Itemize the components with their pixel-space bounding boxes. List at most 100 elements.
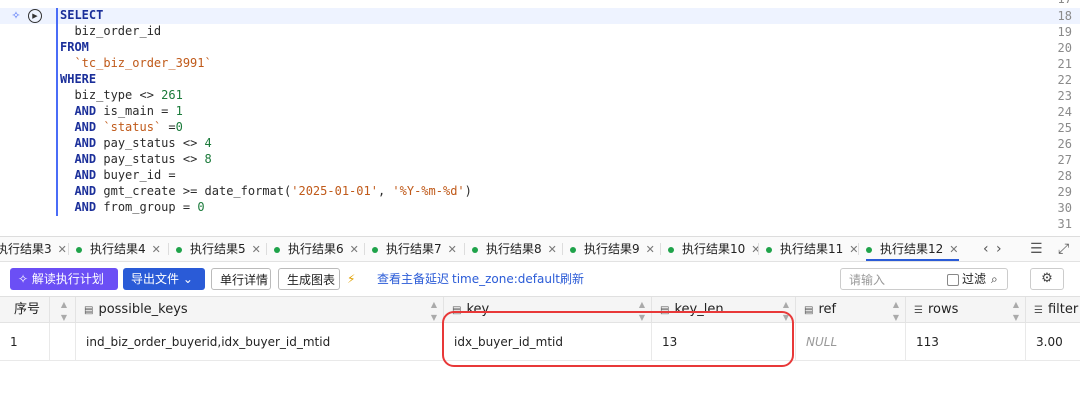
sort-icon[interactable]: ▲ ▼ — [783, 297, 789, 322]
search-icon[interactable]: ⌕ — [991, 269, 998, 289]
current-line-highlight — [0, 8, 1080, 24]
column-header-序号[interactable]: 序号 — [0, 297, 50, 323]
column-header-ref[interactable]: ▤ ref ▲ ▼ — [796, 297, 906, 323]
code-line: biz_type <> 261 — [74, 88, 183, 102]
tab-result-12[interactable]: 执行结果12 ✕ — [866, 237, 959, 261]
tab-result-3[interactable]: 执行结果3 ✕ — [0, 237, 67, 261]
code-line: AND buyer_id = — [74, 168, 176, 182]
field-type-icon: ☰ — [914, 305, 923, 316]
close-icon[interactable]: ✕ — [350, 238, 359, 262]
tab-result-5[interactable]: 执行结果5 ✕ — [176, 237, 261, 261]
result-tabs: 执行结果3 ✕ 执行结果4 ✕ 执行结果5 ✕ 执行结果6 ✕ 执行结果7 ✕ 执行结果8 ✕ 执行结果… — [0, 236, 1080, 262]
sparkle-icon[interactable]: ✧ — [10, 10, 22, 22]
tab-result-4[interactable]: 执行结果4 ✕ — [76, 237, 161, 261]
column-label: rows — [927, 302, 959, 317]
column-label: key_len — [674, 302, 724, 317]
export-file-button[interactable]: 导出文件 ⌄ — [123, 268, 205, 290]
close-icon[interactable]: ✕ — [152, 238, 161, 262]
explain-plan-button[interactable]: ✧ 解读执行计划 — [10, 268, 118, 290]
line-number: 24 — [1057, 105, 1072, 119]
close-icon[interactable]: ✕ — [751, 238, 760, 262]
tab-separator — [68, 243, 69, 255]
tab-separator — [562, 243, 563, 255]
gutter-actions: ✧ ▶ — [10, 8, 42, 24]
tab-separator — [464, 243, 465, 255]
tab-label: 执行结果11 — [780, 242, 844, 256]
sort-icon[interactable]: ▲ ▼ — [61, 297, 67, 322]
search-input[interactable] — [847, 270, 947, 290]
close-icon[interactable]: ✕ — [58, 238, 67, 262]
tab-result-6[interactable]: 执行结果6 ✕ — [274, 237, 359, 261]
tab-result-8[interactable]: 执行结果8 ✕ — [472, 237, 557, 261]
tab-separator — [660, 243, 661, 255]
sparkle-icon: ✧ — [18, 272, 32, 286]
code-line: FROM — [60, 40, 89, 54]
close-icon[interactable]: ✕ — [252, 238, 261, 262]
tab-result-9[interactable]: 执行结果9 ✕ — [570, 237, 655, 261]
close-icon[interactable]: ✕ — [949, 238, 958, 262]
line-number: 25 — [1057, 121, 1072, 135]
table-cell[interactable]: 3.00 — [1026, 323, 1080, 361]
close-icon[interactable]: ✕ — [646, 238, 655, 262]
tab-next-button[interactable]: › — [996, 237, 1002, 261]
sort-icon[interactable]: ▲ ▼ — [431, 297, 437, 322]
close-icon[interactable]: ✕ — [448, 238, 457, 262]
column-label: filter — [1047, 302, 1079, 317]
timezone-link[interactable]: time_zone:default — [452, 268, 560, 290]
tab-label: 执行结果3 — [0, 242, 52, 256]
sort-icon[interactable]: ▲ ▼ — [1013, 297, 1019, 322]
tab-label: 执行结果5 — [190, 242, 246, 256]
field-type-icon: ▤ — [660, 305, 670, 316]
line-number: 28 — [1057, 169, 1072, 183]
line-number: 31 — [1057, 217, 1072, 231]
filter-label: 过滤 — [962, 272, 987, 286]
field-type-icon: ▤ — [804, 305, 814, 316]
table-cell[interactable]: 113 — [906, 323, 1026, 361]
tab-prev-button[interactable]: ‹ — [983, 237, 989, 261]
replica-delay-link[interactable]: 查看主备延迟 — [377, 268, 449, 290]
code-line: AND is_main = 1 — [74, 104, 183, 118]
run-icon[interactable]: ▶ — [28, 9, 42, 23]
code-line: WHERE — [60, 72, 97, 86]
column-header-key[interactable]: ▤ key ▲ ▼ — [444, 297, 652, 323]
tab-result-7[interactable]: 执行结果7 ✕ — [372, 237, 457, 261]
line-number: 27 — [1057, 153, 1072, 167]
refresh-link[interactable]: 刷新 — [560, 268, 584, 290]
tab-separator — [168, 243, 169, 255]
table-cell[interactable]: ind_biz_order_buyerid,idx_buyer_id_mtid — [76, 323, 444, 361]
status-dot-icon — [668, 246, 674, 253]
generate-chart-button[interactable]: 生成图表 — [278, 268, 340, 290]
column-header-rows[interactable]: ☰ rows ▲ ▼ — [906, 297, 1026, 323]
settings-button[interactable]: ⚙ — [1030, 268, 1064, 290]
expand-icon[interactable]: ⤢ — [1058, 237, 1069, 261]
tab-separator — [364, 243, 365, 255]
filter-checkbox[interactable] — [947, 274, 959, 286]
table-cell[interactable] — [50, 323, 76, 361]
line-number: 20 — [1057, 41, 1072, 55]
line-number: 18 — [1057, 9, 1072, 23]
tab-label: 执行结果7 — [386, 242, 442, 256]
line-number: 30 — [1057, 201, 1072, 215]
tab-result-10[interactable]: 执行结果10 ✕ — [668, 237, 761, 261]
sort-icon[interactable]: ▲ ▼ — [893, 297, 899, 322]
column-header-filter[interactable]: ☰ filter — [1026, 297, 1080, 323]
code-line: biz_order_id — [74, 24, 162, 38]
tab-result-11[interactable]: 执行结果11 ✕ — [766, 237, 859, 261]
column-header-sort[interactable]: ▲ ▼ — [50, 297, 76, 323]
tab-label: 执行结果6 — [288, 242, 344, 256]
column-label: possible_keys — [98, 302, 188, 317]
table-cell[interactable]: idx_buyer_id_mtid — [444, 323, 652, 361]
sql-editor[interactable]: 17 ✧ ▶ SELECT biz_order_id FROM `tc_biz_o… — [0, 0, 1080, 232]
column-header-key_len[interactable]: ▤ key_len ▲ ▼ — [652, 297, 796, 323]
tab-separator — [758, 243, 759, 255]
column-header-possible_keys[interactable]: ▤ possible_keys ▲ ▼ — [76, 297, 444, 323]
table-cell[interactable]: 1 — [0, 323, 50, 361]
menu-icon[interactable]: ☰ — [1030, 237, 1043, 261]
table-cell[interactable]: NULL — [796, 323, 906, 361]
table-cell[interactable]: 13 — [652, 323, 796, 361]
column-label: 序号 — [14, 302, 41, 317]
sort-icon[interactable]: ▲ ▼ — [639, 297, 645, 322]
close-icon[interactable]: ✕ — [548, 238, 557, 262]
status-dot-icon — [766, 246, 772, 253]
row-detail-button[interactable]: 单行详情 — [211, 268, 271, 290]
